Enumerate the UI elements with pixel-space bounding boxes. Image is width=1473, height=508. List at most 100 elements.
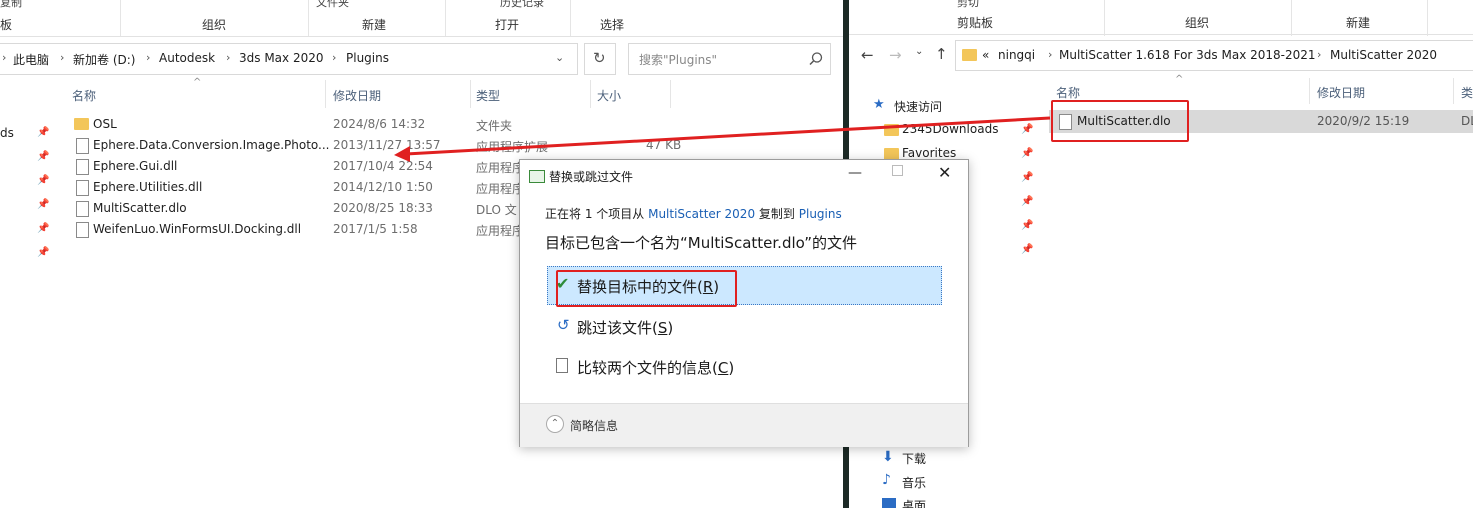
compare-option-label: 比较两个文件的信息(C) [577, 357, 734, 378]
ribbon-cut[interactable]: 剪切 [957, 0, 979, 10]
nav-music[interactable]: 音乐 [902, 474, 926, 491]
pin-icon[interactable]: 📌 [1021, 196, 1033, 207]
back-arrow-icon[interactable]: ← [861, 46, 874, 64]
file-date: 2017/1/5 1:58 [333, 222, 418, 236]
file-name: WeifenLuo.WinFormsUI.Docking.dll [93, 222, 302, 236]
breadcrumb-drive-d[interactable]: 新加卷 (D:) [73, 51, 135, 68]
col-date[interactable]: 修改日期 [1317, 84, 1365, 101]
ribbon-history[interactable]: 历史记录 [500, 0, 544, 10]
col-size[interactable]: 大小 [597, 87, 621, 104]
left-ribbon: 复制 文件夹 历史记录 板 组织 新建 打开 选择 [0, 0, 843, 37]
col-type[interactable]: 类型 [476, 87, 500, 104]
progress-line: 正在将 1 个项目从 MultiScatter 2020 复制到 Plugins [545, 205, 842, 222]
ribbon-group-new: 新建 [1346, 16, 1371, 30]
pin-icon[interactable]: 📌 [37, 127, 49, 138]
breadcrumb-this-pc[interactable]: 此电脑 [13, 51, 49, 68]
nav-downloads[interactable]: 下载 [902, 450, 926, 467]
refresh-button[interactable]: ↻ [584, 43, 616, 75]
file-icon [76, 201, 89, 217]
pin-icon[interactable]: 📌 [37, 175, 49, 186]
close-button[interactable]: ✕ [938, 163, 951, 182]
breadcrumb-ningqi[interactable]: ningqi [998, 48, 1035, 62]
ribbon-new-folder[interactable]: 文件夹 [316, 0, 349, 10]
breadcrumb-overflow[interactable]: « [982, 48, 989, 62]
copy-dialog-icon [529, 170, 545, 183]
annotation-highlight-box [556, 270, 737, 307]
pin-icon[interactable]: 📌 [1021, 124, 1033, 135]
breadcrumb-3dsmax[interactable]: 3ds Max 2020 [239, 51, 323, 65]
right-ribbon: 剪切 剪贴板 组织 新建 [849, 0, 1473, 36]
search-box[interactable]: 搜索"Plugins" [628, 43, 831, 75]
nav-2345downloads[interactable]: 2345Downloads [902, 122, 998, 136]
sort-up-icon: ^ [193, 77, 202, 88]
dest-link[interactable]: Plugins [799, 207, 842, 221]
nav-desktop[interactable]: 桌面 [902, 497, 926, 508]
maximize-button[interactable] [892, 165, 903, 176]
source-link[interactable]: MultiScatter 2020 [648, 207, 755, 221]
file-type: 应用程序 [476, 161, 525, 175]
desktop-icon [882, 498, 896, 508]
file-type: 应用程序 [476, 224, 525, 238]
col-date[interactable]: 修改日期 [333, 87, 381, 104]
fewer-details-link[interactable]: 简略信息 [570, 417, 618, 434]
table-row[interactable]: Ephere.Data.Conversion.Image.Photo... 201… [60, 135, 840, 156]
pin-icon[interactable]: 📌 [1021, 220, 1033, 231]
file-type: 应用程序扩展 [476, 140, 549, 154]
file-name: Ephere.Gui.dll [93, 159, 178, 173]
nav-partial-item[interactable]: ds [0, 126, 14, 140]
address-dropdown-icon[interactable]: ⌄ [555, 51, 564, 64]
dll-file-icon [76, 180, 89, 196]
skip-hotkey: S [657, 319, 668, 337]
col-name[interactable]: 名称 [72, 87, 96, 104]
skip-option[interactable]: ↺ 跳过该文件(S) [547, 313, 940, 343]
collapse-chevron-icon[interactable]: ⌃ [546, 415, 564, 433]
ribbon-group-select: 选择 [600, 18, 625, 32]
col-name[interactable]: 名称 [1056, 84, 1080, 101]
forward-arrow-icon[interactable]: → [889, 46, 902, 64]
minimize-button[interactable]: — [848, 165, 862, 181]
ribbon-copy[interactable]: 复制 [0, 0, 22, 10]
file-type: DLO 文 [476, 203, 517, 217]
sort-up-icon: ^ [1175, 74, 1184, 85]
right-address-bar[interactable]: « ningqi › MultiScatter 1.618 For 3ds Ma… [955, 40, 1473, 71]
file-name: Ephere.Data.Conversion.Image.Photo... [93, 138, 330, 152]
compare-hotkey: C [717, 359, 729, 377]
file-type: DL [1461, 114, 1473, 128]
file-type: 应用程序 [476, 182, 525, 196]
pin-icon[interactable]: 📌 [1021, 244, 1033, 255]
pin-icon[interactable]: 📌 [37, 151, 49, 162]
nav-quick-access[interactable]: 快速访问 [894, 98, 942, 115]
ribbon-group-organize: 组织 [1185, 16, 1210, 30]
breadcrumb-multiscatter-2020[interactable]: MultiScatter 2020 [1330, 48, 1437, 62]
replace-skip-dialog: 替换或跳过文件 — ✕ 正在将 1 个项目从 MultiScatter 2020… [519, 159, 969, 447]
dll-file-icon [76, 222, 89, 238]
breadcrumb-plugins[interactable]: Plugins [346, 51, 389, 65]
table-row[interactable]: OSL 2024/8/6 14:32 文件夹 [60, 114, 840, 135]
breadcrumb-autodesk[interactable]: Autodesk [159, 51, 215, 65]
folder-icon [74, 118, 89, 130]
refresh-icon: ↻ [593, 49, 606, 67]
file-size: 47 KB [646, 138, 682, 152]
pin-icon[interactable]: 📌 [1021, 172, 1033, 183]
nav-favorites[interactable]: Favorites [902, 146, 956, 160]
ribbon-group-clipboard: 板 [0, 18, 13, 32]
file-name: MultiScatter.dlo [93, 201, 187, 215]
pin-icon[interactable]: 📌 [37, 223, 49, 234]
breadcrumb-multiscatter-pack[interactable]: MultiScatter 1.618 For 3ds Max 2018-2021 [1059, 48, 1316, 62]
pin-icon[interactable]: 📌 [1021, 148, 1033, 159]
left-address-bar[interactable]: › 此电脑 › 新加卷 (D:) › Autodesk › 3ds Max 20… [0, 43, 578, 75]
up-arrow-icon[interactable]: ↑ [935, 45, 948, 63]
compare-text: 比较两个文件的信息( [577, 359, 718, 377]
file-date: 2013/11/27 13:57 [333, 138, 441, 152]
search-icon [809, 52, 823, 66]
pin-icon[interactable]: 📌 [37, 247, 49, 258]
search-input[interactable]: 搜索"Plugins" [639, 51, 717, 68]
col-type[interactable]: 类 [1461, 84, 1473, 101]
file-date: 2020/8/25 18:33 [333, 201, 433, 215]
music-icon: ♪ [882, 472, 891, 488]
folder-icon [884, 124, 899, 136]
compare-option[interactable]: 比较两个文件的信息(C) [547, 353, 940, 383]
recent-dropdown-icon[interactable]: ⌄ [915, 46, 923, 57]
pin-icon[interactable]: 📌 [37, 199, 49, 210]
ribbon-group-open: 打开 [495, 18, 520, 32]
